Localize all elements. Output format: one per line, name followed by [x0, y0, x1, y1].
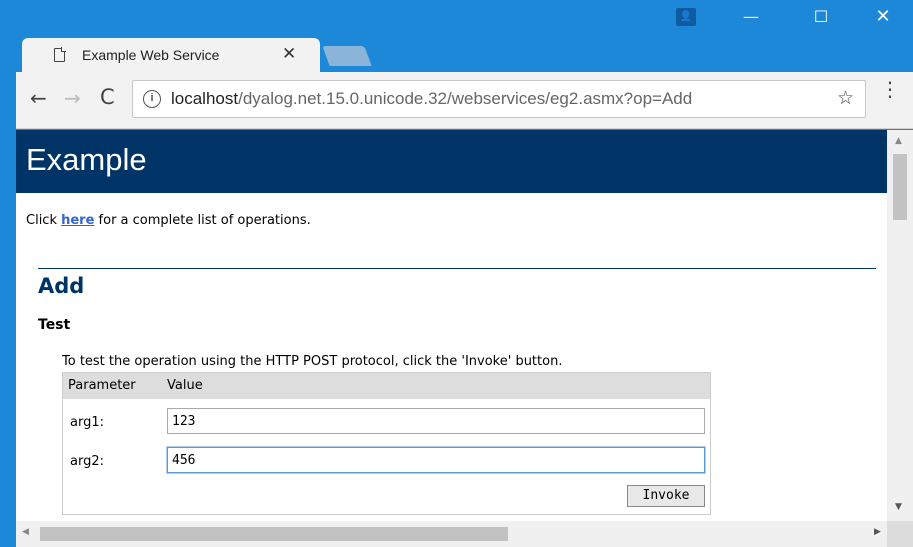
- minimize-button[interactable]: —: [728, 0, 774, 34]
- maximize-button[interactable]: ☐: [798, 0, 844, 34]
- arg1-input[interactable]: [167, 408, 705, 434]
- reload-button[interactable]: C: [100, 85, 115, 109]
- scroll-right-arrow-icon[interactable]: ▶: [874, 527, 881, 537]
- arg2-input[interactable]: [167, 447, 705, 473]
- scroll-up-arrow-icon[interactable]: ▲: [895, 136, 902, 146]
- page-content: Example Click here for a complete list o…: [16, 130, 887, 521]
- arg1-label: arg1:: [70, 415, 104, 430]
- horizontal-scrollbar[interactable]: ◀ ▶: [16, 521, 887, 547]
- browser-toolbar: ← → C i localhost/dyalog.net.15.0.unicod…: [16, 72, 913, 129]
- page-icon: [54, 47, 66, 62]
- window-border: [0, 72, 16, 547]
- address-bar[interactable]: i localhost/dyalog.net.15.0.unicode.32/w…: [132, 80, 866, 118]
- operations-list-link[interactable]: here: [61, 213, 94, 228]
- tab-strip: Example Web Service ✕ 👤 — ☐ ✕: [0, 0, 913, 72]
- browser-window: Example Web Service ✕ 👤 — ☐ ✕ ← → C i lo…: [0, 0, 913, 547]
- bookmark-star-icon[interactable]: ☆: [837, 87, 854, 109]
- horizontal-scroll-thumb[interactable]: [40, 527, 508, 541]
- vertical-scroll-thumb[interactable]: [893, 154, 907, 220]
- invoke-button[interactable]: Invoke: [627, 485, 705, 507]
- browser-menu-icon[interactable]: ⋮: [880, 79, 900, 99]
- intro-suffix: for a complete list of operations.: [94, 213, 311, 228]
- forward-button[interactable]: →: [64, 86, 81, 110]
- tab-close-icon[interactable]: ✕: [282, 44, 296, 64]
- instructions-text: To test the operation using the HTTP POS…: [62, 354, 563, 369]
- close-window-button[interactable]: ✕: [860, 0, 906, 34]
- url-host: localhost: [171, 89, 239, 108]
- scrollbar-corner: [887, 521, 913, 547]
- scroll-down-arrow-icon[interactable]: ▼: [895, 502, 902, 512]
- intro-text: Click here for a complete list of operat…: [26, 213, 311, 228]
- url-text[interactable]: localhost/dyalog.net.15.0.unicode.32/web…: [171, 89, 692, 109]
- vertical-scrollbar[interactable]: ▲ ▼: [887, 130, 913, 521]
- url-path: /dyalog.net.15.0.unicode.32/webservices/…: [238, 89, 693, 108]
- tab-title: Example Web Service: [82, 47, 220, 63]
- info-icon[interactable]: i: [143, 90, 161, 108]
- parameters-table: Parameter Value arg1: arg2: Invoke: [62, 372, 711, 515]
- page-title: Example: [26, 142, 147, 177]
- new-tab-button[interactable]: [322, 46, 372, 66]
- intro-prefix: Click: [26, 213, 62, 228]
- table-header: Parameter Value: [63, 373, 710, 399]
- tab-example-web-service[interactable]: Example Web Service ✕: [22, 38, 320, 72]
- column-header-value: Value: [167, 378, 203, 393]
- user-profile-icon[interactable]: 👤: [676, 8, 696, 26]
- page-header: Example: [16, 130, 887, 193]
- column-header-parameter: Parameter: [68, 378, 136, 393]
- scroll-left-arrow-icon[interactable]: ◀: [22, 527, 29, 537]
- arg2-label: arg2:: [70, 454, 104, 469]
- section-title: Test: [38, 317, 71, 333]
- operation-title: Add: [38, 274, 85, 298]
- back-button[interactable]: ←: [30, 86, 47, 110]
- divider: [38, 268, 876, 269]
